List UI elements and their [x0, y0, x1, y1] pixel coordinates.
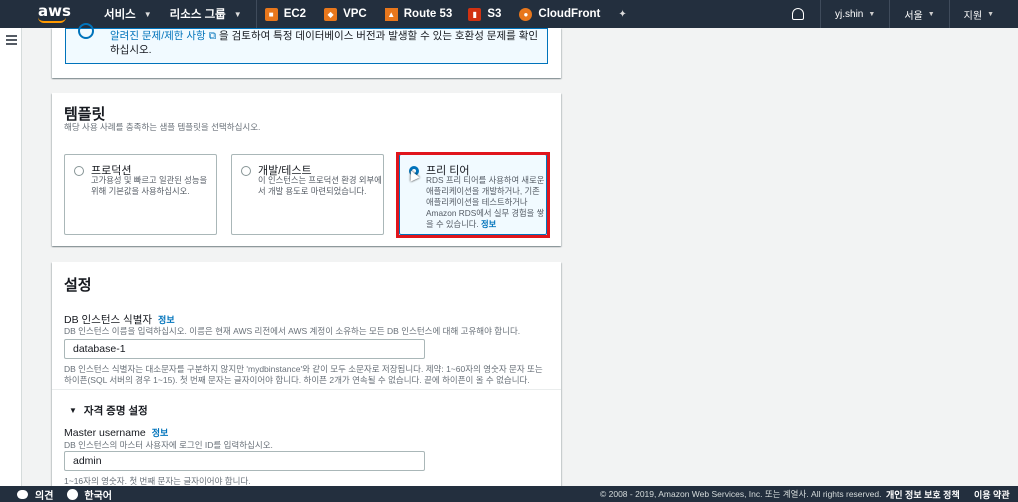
external-link-icon: ⧉ [205, 30, 217, 42]
shortcut-s3[interactable]: ▮ S3 [468, 0, 501, 28]
resource-groups-menu[interactable]: 리소스 그룹 ▼ [170, 0, 242, 28]
db-identifier-input[interactable] [64, 339, 425, 359]
top-navigation-bar: aws 서비스 ▼ 리소스 그룹 ▼ ■ EC2 ◆ VPC ▲ Route 5… [0, 0, 1018, 28]
shortcut-vpc-label: VPC [343, 8, 367, 20]
info-alert-text: 알려진 문제/제한 사항 ⧉ 을 검토하여 특정 데이터베이스 버전과 발생할 … [110, 29, 540, 57]
support-menu[interactable]: 지원 ▼ [964, 7, 994, 22]
feedback-button[interactable]: 의견 [17, 487, 53, 502]
services-menu[interactable]: 서비스 ▼ [104, 0, 152, 28]
speech-bubble-icon [17, 489, 28, 499]
db-identifier-info-link[interactable]: 정보 [158, 315, 175, 325]
chevron-down-icon: ▼ [987, 10, 994, 18]
template-option-desc: 고가용성 및 빠르고 일관된 성능을 위해 기본값을 사용하십시오. [91, 175, 208, 196]
chevron-down-icon: ▼ [927, 10, 935, 18]
chevron-down-icon: ▼ [868, 10, 876, 18]
master-username-info-link[interactable]: 정보 [152, 428, 169, 438]
shortcut-cloudfront[interactable]: ● CloudFront [519, 0, 600, 28]
terms-link[interactable]: 이용 약관 [974, 488, 1010, 501]
cloudfront-icon: ● [519, 7, 533, 21]
right-nav-group: yj.shin ▼ 서울 ▼ 지원 ▼ [792, 0, 1018, 28]
shortcut-s3-label: S3 [487, 8, 502, 20]
known-issues-link[interactable]: 알려진 문제/제한 사항 [110, 30, 206, 42]
shortcut-vpc[interactable]: ◆ VPC [324, 0, 367, 28]
master-username-label: Master username 정보 [64, 426, 168, 439]
globe-icon [67, 488, 79, 500]
s3-icon: ▮ [468, 7, 482, 21]
divider [52, 389, 561, 390]
language-label: 한국어 [84, 490, 113, 502]
bell-icon [792, 8, 805, 20]
nav-divider [948, 0, 950, 28]
pin-icon: ✦ [618, 8, 627, 20]
account-name: yj.shin [835, 8, 864, 20]
settings-title: 설정 [64, 277, 92, 294]
shortcut-ec2[interactable]: ■ EC2 [264, 0, 307, 28]
language-selector[interactable]: 한국어 [67, 487, 112, 502]
nav-divider [820, 0, 822, 28]
account-menu[interactable]: yj.shin ▼ [835, 9, 875, 20]
services-label: 서비스 [104, 9, 136, 21]
credentials-settings-toggle[interactable]: ▼ 자격 증명 설정 [69, 403, 148, 418]
shortcut-route53[interactable]: ▲ Route 53 [384, 0, 453, 28]
footer-bar: 의견 한국어 © 2008 - 2019, Amazon Web Service… [0, 486, 1018, 502]
support-label: 지원 [963, 10, 983, 22]
caret-down-icon: ▼ [69, 406, 77, 415]
copyright-text: © 2008 - 2019, Amazon Web Services, Inc.… [600, 489, 882, 499]
radio-button[interactable] [241, 166, 251, 176]
db-identifier-desc: DB 인스턴스 이름을 입력하십시오. 이름은 현재 AWS 리전에서 AWS … [64, 326, 521, 336]
red-highlight-annotation [396, 152, 550, 238]
resource-groups-label: 리소스 그룹 [169, 9, 226, 21]
vpc-icon: ◆ [324, 7, 338, 21]
chevron-down-icon: ▼ [233, 9, 242, 19]
ec2-icon: ■ [264, 7, 278, 21]
master-username-input[interactable] [64, 451, 425, 471]
hamburger-menu-icon[interactable] [6, 35, 17, 47]
shortcut-route53-label: Route 53 [403, 8, 453, 20]
notifications-button[interactable] [792, 8, 805, 20]
template-description: 해당 사용 사례를 충족하는 샘플 템플릿을 선택하십시오. [64, 122, 261, 132]
template-option-desc: 이 인스턴스는 프로덕션 환경 외부에서 개발 용도로 마련되었습니다. [258, 175, 382, 196]
shortcut-cloudfront-label: CloudFront [538, 8, 601, 20]
route53-icon: ▲ [384, 7, 398, 21]
master-username-desc: DB 인스턴스의 마스터 사용자에 로그인 ID를 입력하십시오. [64, 440, 273, 450]
db-identifier-constraint-2: 하이픈(SQL 서버의 경우 1~15). 첫 번째 문자는 글자이어야 합니다… [64, 375, 530, 385]
info-alert: 알려진 문제/제한 사항 ⧉ 을 검토하여 특정 데이터베이스 버전과 발생할 … [65, 23, 548, 64]
aws-smile-icon [38, 17, 66, 23]
region-name: 서울 [904, 10, 923, 22]
radio-button[interactable] [74, 166, 84, 176]
privacy-policy-link[interactable]: 개인 정보 보호 정책 [886, 488, 960, 501]
template-option-devtest[interactable]: 개발/테스트 이 인스턴스는 프로덕션 환경 외부에서 개발 용도로 마련되었습… [231, 154, 384, 235]
feedback-label: 의견 [35, 490, 54, 502]
info-circle-icon [78, 23, 94, 39]
nav-divider [255, 0, 257, 28]
master-username-label-text: Master username [64, 427, 146, 439]
template-option-production[interactable]: 프로덕션 고가용성 및 빠르고 일관된 성능을 위해 기본값을 사용하십시오. [64, 154, 217, 235]
nav-divider [889, 0, 891, 28]
chevron-down-icon: ▼ [143, 9, 152, 19]
credentials-settings-label: 자격 증명 설정 [83, 405, 148, 417]
shortcut-ec2-label: EC2 [283, 8, 307, 20]
left-rail [0, 28, 22, 486]
pin-shortcut-button[interactable]: ✦ [618, 0, 626, 28]
aws-logo[interactable]: aws [0, 0, 71, 28]
region-menu[interactable]: 서울 ▼ [904, 7, 934, 22]
